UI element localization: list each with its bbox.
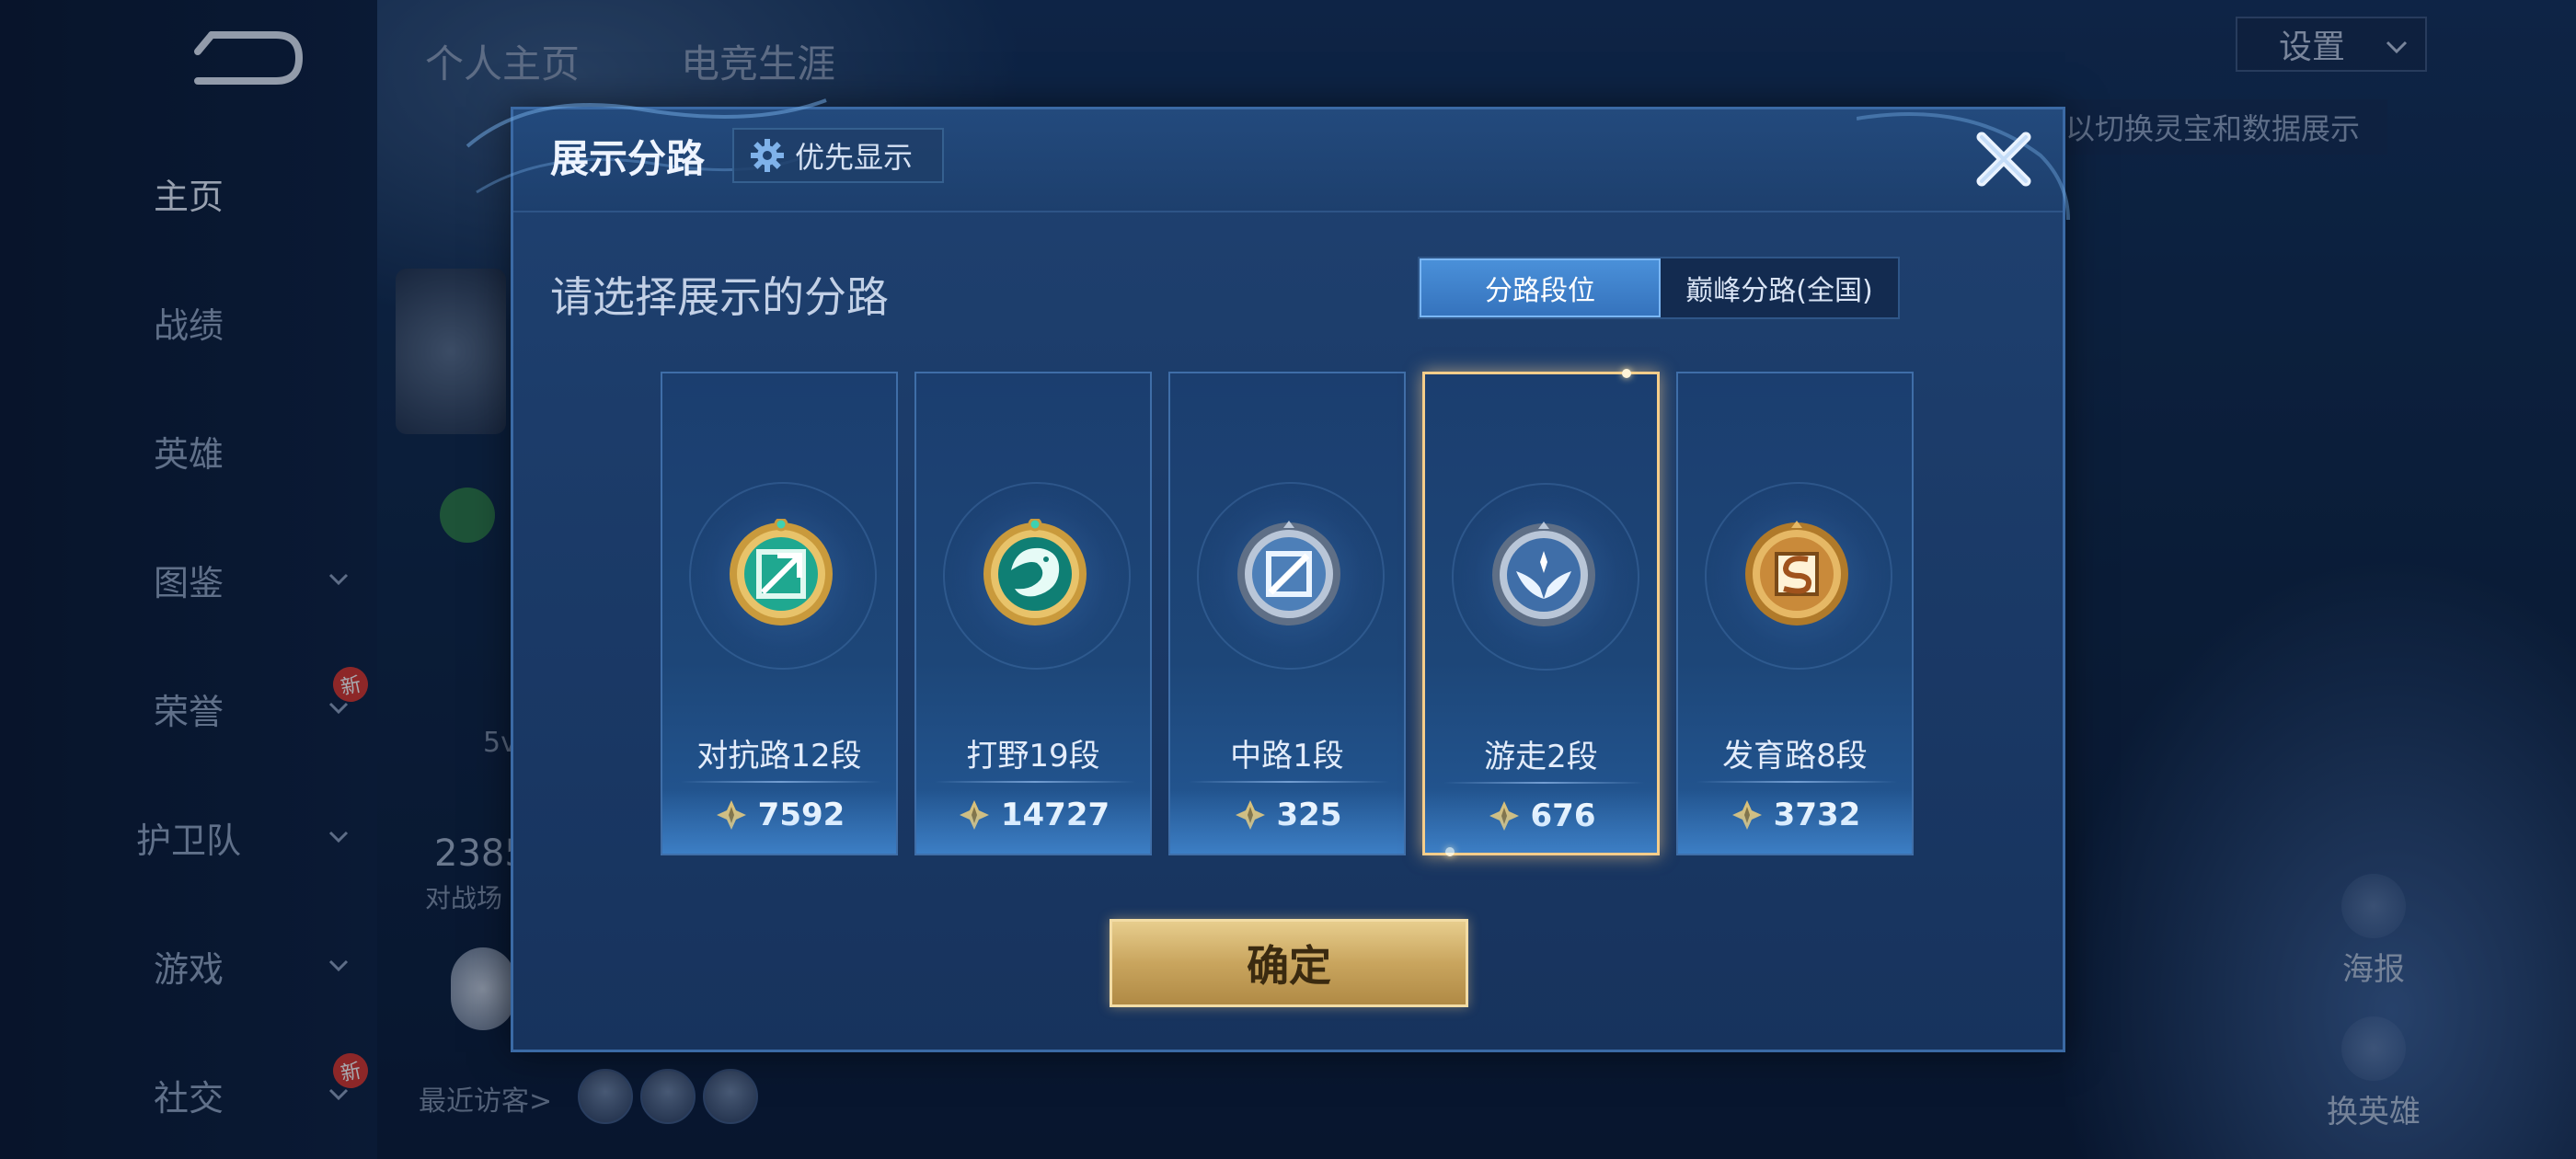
lane-label: 游走2段: [1484, 739, 1598, 775]
selection-spark: [1622, 369, 1631, 378]
confirm-label: 确定: [1247, 941, 1331, 991]
lane-label: 打野19段: [966, 738, 1100, 775]
lane-card-list: 对抗路12段 7592 打野19段: [661, 369, 1949, 859]
lane-card-clash[interactable]: 对抗路12段 7592: [661, 372, 898, 855]
toggle-lane-rank[interactable]: 分路段位: [1420, 258, 1661, 317]
card-glow: [662, 789, 896, 854]
lane-card-roam[interactable]: 游走2段 676: [1422, 369, 1660, 856]
lane-card-mid[interactable]: 中路1段 325: [1168, 372, 1406, 855]
mid-lane-emblem-icon: [1237, 521, 1340, 625]
dialog-title: 展示分路: [550, 136, 706, 181]
priority-display-button[interactable]: 优先显示: [732, 128, 944, 183]
jungle-dragon-emblem-icon: [983, 519, 1087, 625]
rank-mode-toggle: 分路段位 巅峰分路(全国): [1418, 257, 1900, 319]
lane-label: 对抗路12段: [696, 738, 862, 775]
divider: [1696, 781, 1897, 783]
lane-label: 发育路8段: [1722, 738, 1868, 775]
divider: [681, 781, 881, 783]
lane-label: 中路1段: [1230, 738, 1344, 775]
card-glow: [1678, 789, 1912, 854]
selection-prompt: 请选择展示的分路: [550, 272, 889, 322]
roam-wings-emblem-icon: [1492, 522, 1595, 626]
clash-lane-emblem-icon: [730, 519, 833, 625]
lane-card-farm[interactable]: 发育路8段 3732: [1676, 372, 1914, 855]
card-glow: [916, 789, 1150, 854]
toggle-peak-lane[interactable]: 巅峰分路(全国): [1661, 258, 1898, 317]
divider: [1443, 782, 1644, 784]
divider: [1189, 781, 1389, 783]
priority-display-label: 优先显示: [795, 140, 914, 175]
card-glow: [1170, 789, 1404, 854]
gear-icon: [751, 139, 784, 172]
farm-lane-emblem-icon: [1745, 521, 1848, 625]
card-glow: [1425, 788, 1657, 853]
lane-card-jungle[interactable]: 打野19段 14727: [914, 372, 1152, 855]
close-icon[interactable]: [1967, 122, 2041, 196]
lane-display-dialog: 展示分路 优先显示 请选择展示的分路 分路段位 巅峰分路(全国) 对抗路12段 …: [466, 98, 2070, 1052]
confirm-button[interactable]: 确定: [1110, 919, 1468, 1007]
divider: [935, 781, 1135, 783]
